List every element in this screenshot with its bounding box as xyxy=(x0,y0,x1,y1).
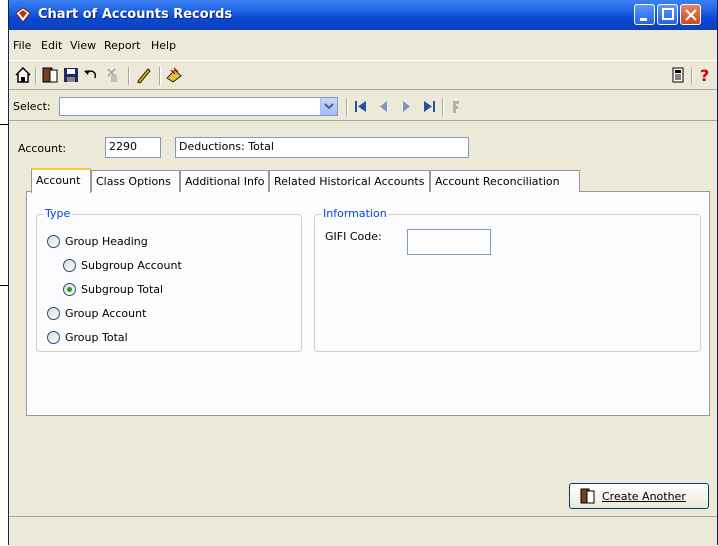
tab-related-historical-accounts[interactable]: Related Historical Accounts xyxy=(269,170,430,192)
tab-account[interactable]: Account xyxy=(31,168,91,193)
select-combo[interactable] xyxy=(59,97,338,116)
tab-account-reconciliation[interactable]: Account Reconciliation xyxy=(430,170,580,192)
radio-label: Group Total xyxy=(65,331,128,344)
radio-label: Subgroup Account xyxy=(81,259,182,272)
account-name-field[interactable]: Deductions: Total xyxy=(175,137,469,158)
create-another-label: Create Another xyxy=(602,490,686,503)
title-bar[interactable]: Chart of Accounts Records xyxy=(9,0,717,30)
home-icon[interactable] xyxy=(14,66,32,84)
close-button[interactable] xyxy=(680,4,701,25)
more-icon[interactable] xyxy=(451,100,461,114)
toolbar-separator xyxy=(691,67,693,85)
radio-group-total[interactable]: Group Total xyxy=(47,331,128,344)
tab-class-options[interactable]: Class Options xyxy=(91,170,180,192)
radio-group-heading[interactable]: Group Heading xyxy=(47,235,148,248)
toolbar: ? xyxy=(9,60,717,90)
radio-button[interactable] xyxy=(47,235,60,248)
radio-label: Group Account xyxy=(65,307,147,320)
select-bar: Select: xyxy=(9,94,717,121)
type-group: Type Group Heading Subgroup Account Subg… xyxy=(36,207,302,352)
account-label: Account: xyxy=(18,142,67,155)
radio-subgroup-account[interactable]: Subgroup Account xyxy=(63,259,182,272)
information-group-title: Information xyxy=(321,207,389,220)
minimize-button[interactable] xyxy=(634,4,655,25)
app-icon xyxy=(15,7,31,23)
gifi-code-label: GIFI Code: xyxy=(325,230,382,243)
account-number-field[interactable]: 2290 xyxy=(105,137,161,158)
maximize-button[interactable] xyxy=(657,4,678,25)
open-icon[interactable] xyxy=(41,66,59,84)
calculator-icon[interactable] xyxy=(669,66,687,84)
edit-icon[interactable] xyxy=(135,66,153,84)
first-record-icon[interactable] xyxy=(354,100,368,113)
create-record-icon xyxy=(580,488,595,504)
lookup-icon[interactable] xyxy=(165,66,183,84)
menu-bar: File Edit View Report Help xyxy=(9,36,717,54)
create-another-button[interactable]: Create Another xyxy=(569,483,709,509)
menu-view[interactable]: View xyxy=(70,39,96,52)
help-icon[interactable]: ? xyxy=(696,66,714,84)
svg-text:?: ? xyxy=(700,66,709,84)
tab-additional-info[interactable]: Additional Info xyxy=(180,170,269,192)
radio-label: Subgroup Total xyxy=(81,283,164,296)
chevron-down-icon xyxy=(324,103,334,110)
account-tab-panel: Type Group Heading Subgroup Account Subg… xyxy=(26,191,710,416)
close-icon xyxy=(685,9,697,21)
gifi-code-field[interactable] xyxy=(407,229,491,255)
radio-button[interactable] xyxy=(47,331,60,344)
remove-icon[interactable] xyxy=(103,66,121,84)
toolbar-separator xyxy=(35,67,37,85)
last-record-icon[interactable] xyxy=(422,100,436,113)
information-group: Information GIFI Code: xyxy=(314,207,701,352)
toolbar-separator xyxy=(128,67,130,85)
select-label: Select: xyxy=(13,100,51,113)
nav-separator xyxy=(442,98,444,116)
radio-group-account[interactable]: Group Account xyxy=(47,307,146,320)
status-bar xyxy=(9,516,717,546)
undo-icon[interactable] xyxy=(82,66,100,84)
previous-record-icon[interactable] xyxy=(379,100,389,113)
radio-button[interactable] xyxy=(63,259,76,272)
chart-of-accounts-window: Chart of Accounts Records File Edit View… xyxy=(8,0,718,546)
window-title: Chart of Accounts Records xyxy=(38,7,233,22)
menu-report[interactable]: Report xyxy=(104,39,140,52)
minimize-icon xyxy=(640,18,647,21)
select-separator xyxy=(346,98,348,116)
type-group-title: Type xyxy=(43,207,73,220)
menu-file[interactable]: File xyxy=(13,39,31,52)
next-record-icon[interactable] xyxy=(401,100,411,113)
menu-edit[interactable]: Edit xyxy=(41,39,62,52)
toolbar-separator xyxy=(159,67,161,85)
maximize-icon xyxy=(662,8,674,20)
radio-subgroup-total[interactable]: Subgroup Total xyxy=(63,283,163,296)
radio-button-selected[interactable] xyxy=(63,283,76,296)
save-icon[interactable] xyxy=(62,66,80,84)
menu-help[interactable]: Help xyxy=(151,39,176,52)
radio-label: Group Heading xyxy=(65,235,148,248)
radio-button[interactable] xyxy=(47,307,60,320)
select-dropdown-button[interactable] xyxy=(320,98,337,115)
